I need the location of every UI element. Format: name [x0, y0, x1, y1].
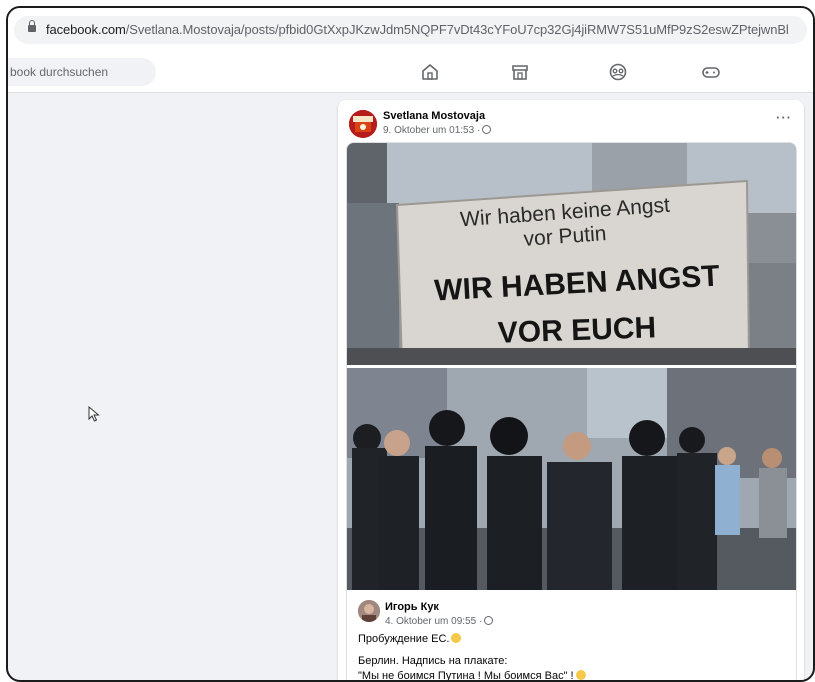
more-options-button[interactable]: ···	[776, 110, 792, 125]
home-icon[interactable]	[420, 62, 440, 82]
url-text[interactable]: facebook.com/Svetlana.Mostovaja/posts/pf…	[46, 22, 789, 37]
thinking-emoji-icon-2	[575, 670, 586, 680]
post-image-police[interactable]	[347, 368, 796, 590]
url-host: facebook.com	[46, 22, 126, 37]
post-card: Svetlana Mostovaja 9. Oktober um 01:53 ·…	[338, 100, 804, 682]
address-bar: facebook.com/Svetlana.Mostovaja/posts/pf…	[8, 8, 813, 52]
author-avatar[interactable]	[349, 110, 377, 138]
shared-text-line-1: Пробуждение ЕС.	[358, 633, 462, 645]
post-timestamp[interactable]: 9. Oktober um 01:53 ·	[383, 125, 480, 136]
thinking-emoji-icon	[451, 633, 462, 643]
shared-text-line-3: "Мы не боимся Путина ! Мы боимся Вас" !	[358, 670, 586, 682]
shared-timestamp[interactable]: 4. Oktober um 09:55 ·	[385, 616, 482, 627]
shared-text-line-3-content: "Мы не боимся Путина ! Мы боимся Вас" !	[358, 670, 574, 682]
police-arrest-photo	[347, 368, 796, 590]
shared-author[interactable]: Игорь Кук	[385, 601, 439, 613]
shared-globe-icon	[484, 616, 494, 625]
shared-author-avatar[interactable]	[358, 600, 380, 622]
search-placeholder: book durchsuchen	[10, 65, 109, 79]
browser-window: facebook.com/Svetlana.Mostovaja/posts/pf…	[6, 6, 815, 682]
post-image-sign[interactable]: Wir haben keine Angst vor Putin WIR HABE…	[347, 143, 796, 367]
shared-meta: 4. Oktober um 09:55 ·	[385, 616, 494, 627]
gaming-icon[interactable]	[701, 62, 721, 82]
post-author[interactable]: Svetlana Mostovaja	[383, 110, 485, 122]
shared-text-line-2: Берлин. Надпись на плакате:	[358, 655, 508, 667]
avatar-image	[349, 110, 377, 138]
post-meta: 9. Oktober um 01:53 ·	[383, 125, 492, 136]
globe-icon	[482, 125, 492, 134]
groups-icon[interactable]	[608, 62, 628, 82]
shared-avatar-image	[358, 600, 380, 622]
marketplace-icon[interactable]	[510, 62, 530, 82]
facebook-header: book durchsuchen	[8, 52, 813, 93]
mouse-cursor-icon	[88, 406, 100, 422]
search-input[interactable]: book durchsuchen	[8, 58, 156, 86]
lock-icon[interactable]	[28, 20, 36, 32]
shared-text-line-1-content: Пробуждение ЕС.	[358, 633, 450, 645]
url-field[interactable]: facebook.com/Svetlana.Mostovaja/posts/pf…	[14, 16, 807, 44]
url-path: /Svetlana.Mostovaja/posts/pfbid0GtXxpJKz…	[125, 22, 789, 37]
shared-post[interactable]: Wir haben keine Angst vor Putin WIR HABE…	[346, 142, 797, 682]
